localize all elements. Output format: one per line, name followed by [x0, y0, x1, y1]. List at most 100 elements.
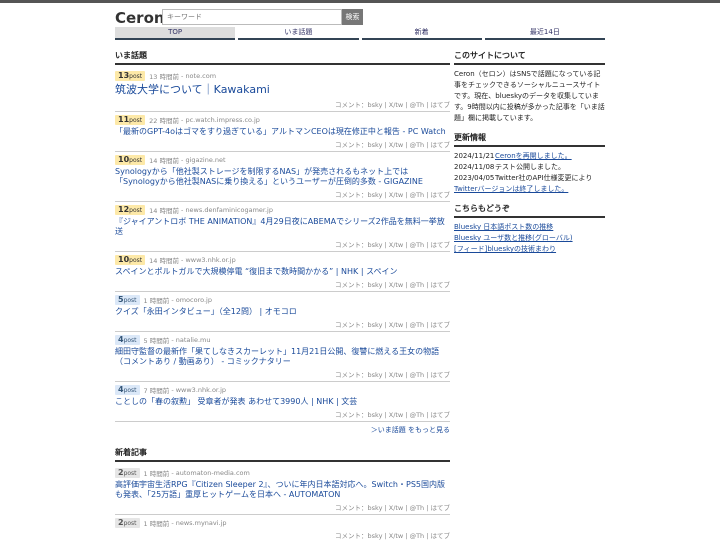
update-text: Twitter社のAPI仕様変更により [495, 174, 593, 182]
article-source[interactable]: gigazine.net [185, 156, 225, 164]
comment-links[interactable]: コメント：bsky | X/tw | @Th | はてブ [115, 279, 450, 289]
update-text: テスト公開しました。 [495, 163, 565, 171]
post-unit: post [129, 157, 143, 164]
post-unit: post [129, 73, 143, 80]
updates-list: 2024/11/21 Ceronを再開しました。 2024/11/08 テスト公開しま… [454, 151, 605, 184]
post-count-badge: 11post [115, 115, 146, 125]
nav-tab-trending[interactable]: いま話題 [238, 27, 359, 40]
post-count: 11 [118, 115, 130, 124]
article-source[interactable]: news.mynavi.jp [176, 519, 227, 527]
also-title: こちらもどうぞ [454, 203, 605, 218]
post-count-badge: 2post [115, 468, 140, 478]
update-date: 2023/04/05 [454, 174, 495, 182]
article-title[interactable]: スペインとポルトガルで大規模停電 “復旧まで数時間かかる” | NHK | スペ… [115, 267, 450, 277]
comment-links[interactable]: コメント：bsky | X/tw | @Th | はてブ [115, 502, 450, 512]
comment-links[interactable]: コメント：bsky | X/tw | @Th | はてブ [115, 409, 450, 419]
article-time: 14 時間前 [149, 207, 179, 215]
comment-links[interactable]: コメント：bsky | X/tw | @Th | はてブ [115, 99, 450, 109]
article-time: 13 時間前 [149, 73, 179, 81]
main-nav: TOP いま話題 新着 最近14日 [115, 27, 605, 40]
article-title[interactable]: 筑波大学について｜Kawakami [115, 83, 450, 97]
article-source[interactable]: news.denfaminicogamer.jp [185, 206, 273, 214]
update-row: 2024/11/21 Ceronを再開しました。 [454, 151, 605, 162]
search-button[interactable]: 検索 [342, 9, 363, 25]
article-source[interactable]: www3.nhk.or.jp [185, 256, 235, 264]
post-count-badge: 13post [115, 71, 146, 81]
post-count-badge: 4post [115, 335, 140, 345]
article-item: 10post 14 時間前 - gigazine.net Synologyから「他社… [115, 152, 450, 202]
post-count: 13 [118, 71, 130, 80]
post-count-badge: 12post [115, 205, 146, 215]
main-column: いま話題 13post 13 時間前 - note.com 筑波大学について｜Kaw… [115, 50, 450, 540]
article-item: 11post 22 時間前 - pc.watch.impress.co.jp 「最新… [115, 112, 450, 152]
also-link-bluesky-users[interactable]: Bluesky ユーザ数と推移(グローバル) [454, 233, 605, 244]
article-item: 4post 7 時間前 - www3.nhk.or.jp ことしの「春の叙勲」 受章… [115, 382, 450, 422]
trending-more-link[interactable]: ＞いま話題 をもっと見る [115, 422, 450, 438]
article-source[interactable]: natalie.mu [176, 336, 211, 344]
article-item: 2post 1 時間前 - automaton-media.com 高評価宇宙生活R… [115, 465, 450, 515]
article-time: 1 時間前 [143, 297, 170, 305]
updates-section: 更新情報 2024/11/21 Ceronを再開しました。 2024/11/08 テス… [454, 132, 605, 195]
article-source[interactable]: www3.nhk.or.jp [176, 386, 226, 394]
post-unit: post [123, 470, 137, 477]
article-time: 14 時間前 [149, 257, 179, 265]
trending-list: 13post 13 時間前 - note.com 筑波大学について｜Kawakami… [115, 68, 450, 422]
updates-title: 更新情報 [454, 132, 605, 147]
comment-links[interactable]: コメント：bsky | X/tw | @Th | はてブ [115, 369, 450, 379]
article-time: 7 時間前 [143, 387, 170, 395]
article-time: 1 時間前 [143, 520, 170, 528]
article-item: 12post 14 時間前 - news.denfaminicogamer.jp 『… [115, 202, 450, 252]
nav-tab-top[interactable]: TOP [115, 27, 236, 40]
nav-tab-recent14[interactable]: 最近14日 [484, 27, 605, 40]
latest-section-title: 新着記事 [115, 447, 450, 462]
article-item: 13post 13 時間前 - note.com 筑波大学について｜Kawakami… [115, 68, 450, 112]
article-meta: 10post 14 時間前 - www3.nhk.or.jp [115, 255, 450, 265]
comment-links[interactable]: コメント：bsky | X/tw | @Th | はてブ [115, 139, 450, 149]
post-unit: post [123, 297, 137, 304]
updates-twitter-link[interactable]: Twitterバージョンは終了しました。 [454, 184, 568, 195]
post-count: 12 [118, 205, 130, 214]
article-title[interactable]: Synologyから「他社製ストレージを制限するNAS」が発売されるもネット上で… [115, 167, 450, 187]
article-title[interactable]: 高評価宇宙生活RPG『Citizen Sleeper 2』、ついに年内日本語対応… [115, 480, 450, 500]
top-bar [0, 0, 720, 3]
article-source[interactable]: omocoro.jp [176, 296, 212, 304]
search-input[interactable] [162, 9, 342, 25]
comment-links[interactable]: コメント：bsky | X/tw | @Th | はてブ [115, 319, 450, 329]
article-time: 14 時間前 [149, 157, 179, 165]
post-count-badge: 2post [115, 518, 140, 528]
also-link-feed-tech[interactable]: [フィード]blueskyの技術まわり [454, 244, 605, 255]
nav-tab-new[interactable]: 新着 [361, 27, 482, 40]
article-title[interactable]: ことしの「春の叙勲」 受章者が発表 あわせて3990人 | NHK | 文芸 [115, 397, 450, 407]
update-date: 2024/11/08 [454, 163, 495, 171]
comment-links[interactable]: コメント：bsky | X/tw | @Th | はてブ [115, 189, 450, 199]
article-title[interactable]: 「最新のGPT-4oはゴマをすり過ぎている」アルトマンCEOは現在修正中と報告 … [115, 127, 450, 137]
article-item: 4post 5 時間前 - natalie.mu 細田守監督の最新作「果てしなきスカ… [115, 332, 450, 382]
article-source[interactable]: pc.watch.impress.co.jp [185, 116, 259, 124]
post-unit: post [123, 337, 137, 344]
article-meta: 4post 7 時間前 - www3.nhk.or.jp [115, 385, 450, 395]
post-unit: post [129, 117, 143, 124]
article-meta: 12post 14 時間前 - news.denfaminicogamer.jp [115, 205, 450, 215]
article-title[interactable]: クイズ「永田インタビュー」（全12問） | オモコロ [115, 307, 450, 317]
article-source[interactable]: automaton-media.com [176, 469, 250, 477]
comment-links[interactable]: コメント：bsky | X/tw | @Th | はてブ [115, 239, 450, 249]
sidebar: このサイトについて Ceron（セロン）はSNSで話題になっている記事をチェック… [454, 50, 605, 263]
update-text[interactable]: Ceronを再開しました。 [495, 151, 572, 162]
article-title[interactable]: 細田守監督の最新作「果てしなきスカーレット」11月21日公開、復讐に燃える王女の… [115, 347, 450, 367]
site-logo[interactable]: Ceron [115, 9, 165, 27]
post-unit: post [123, 520, 137, 527]
article-meta: 11post 22 時間前 - pc.watch.impress.co.jp [115, 115, 450, 125]
post-unit: post [123, 387, 137, 394]
post-count-badge: 4post [115, 385, 140, 395]
update-row: 2024/11/08 テスト公開しました。 [454, 162, 605, 173]
update-date: 2024/11/21 [454, 152, 495, 160]
article-source[interactable]: note.com [185, 72, 216, 80]
post-count-badge: 10post [115, 155, 146, 165]
latest-list: 2post 1 時間前 - automaton-media.com 高評価宇宙生活R… [115, 465, 450, 540]
article-time: 22 時間前 [149, 117, 179, 125]
comment-links[interactable]: コメント：bsky | X/tw | @Th | はてブ [115, 530, 450, 540]
about-section: このサイトについて Ceron（セロン）はSNSで話題になっている記事をチェック… [454, 50, 605, 124]
article-title[interactable]: 『ジャイアントロボ THE ANIMATION』4月29日夜にABEMAでシリー… [115, 217, 450, 237]
also-link-bluesky-posts[interactable]: Bluesky 日本語ポスト数の推移 [454, 222, 605, 233]
post-unit: post [129, 207, 143, 214]
